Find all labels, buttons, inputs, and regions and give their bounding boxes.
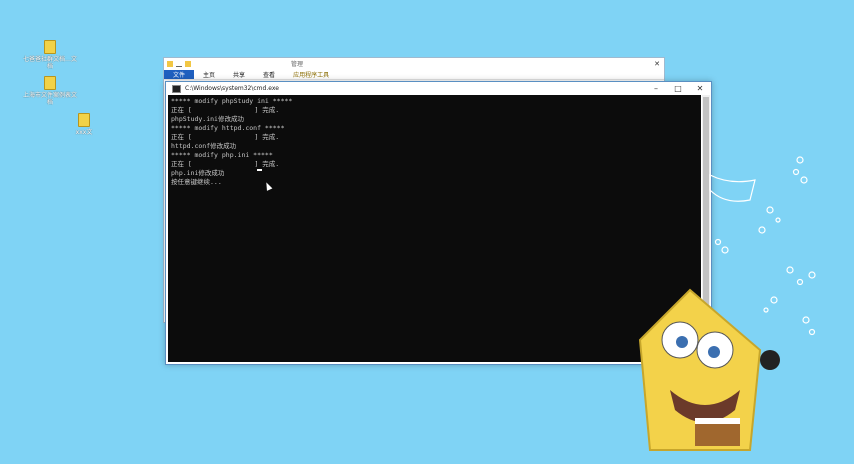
cmd-titlebar[interactable]: C:\Windows\system32\cmd.exe – □ ✕ [166,82,711,95]
document-icon [44,76,56,90]
wallpaper-bubbles-image [709,156,816,336]
console-line: php.ini修改成功 [171,169,225,177]
tab-application-tools[interactable]: 应用程序工具 [284,70,338,79]
close-icon[interactable]: ✕ [654,60,664,68]
document-icon [78,113,90,127]
console-line: 正在 [ ] 完成. [171,133,280,141]
console-line: 按任意键继续... [171,178,222,186]
document-icon [44,40,56,54]
console-line: 正在 [ ] 完成. [171,160,280,168]
console-line: phpStudy.ini修改成功 [171,115,244,123]
desktop-icon-label: xxx文 [75,129,93,136]
maximize-icon[interactable]: □ [667,84,689,93]
checkmark-icon[interactable] [176,60,182,67]
desktop-icon-2[interactable]: 上海市文件案例表文档 [22,76,78,106]
console-line: ***** modify httpd.conf ***** [171,124,285,132]
tab-view[interactable]: 查看 [254,70,284,79]
console-line: httpd.conf修改成功 [171,142,237,150]
cmd-title: C:\Windows\system32\cmd.exe [185,85,279,92]
quick-access-toolbar [167,60,191,67]
desktop-icon-label: 七爸爸社群文档…文档 [22,56,77,70]
folder-icon [167,60,173,67]
console-line: ***** modify phpStudy ini ***** [171,97,293,105]
console-line: ***** modify php.ini ***** [171,151,273,159]
tab-file[interactable]: 文件 [164,69,195,79]
explorer-title: 管理 [291,61,304,68]
tab-home[interactable]: 主页 [194,70,224,79]
desktop-icon-label: 上海市文件案例表文档 [22,92,77,106]
explorer-titlebar[interactable]: 管理 ✕ [164,58,664,69]
minimize-icon[interactable]: – [645,84,667,93]
folder-icon[interactable] [185,60,191,67]
desktop-icon-1[interactable]: 七爸爸社群文档…文档 [22,40,78,70]
tab-share[interactable]: 共享 [224,70,254,79]
explorer-ribbon: 文件 主页 共享 查看 应用程序工具 [164,69,664,80]
desktop-icon-3[interactable]: xxx文 [56,113,112,136]
cmd-app-icon [172,84,181,93]
close-icon[interactable]: ✕ [689,84,711,93]
console-line: 正在 [ ] 完成. [171,106,280,114]
text-caret [257,169,262,171]
